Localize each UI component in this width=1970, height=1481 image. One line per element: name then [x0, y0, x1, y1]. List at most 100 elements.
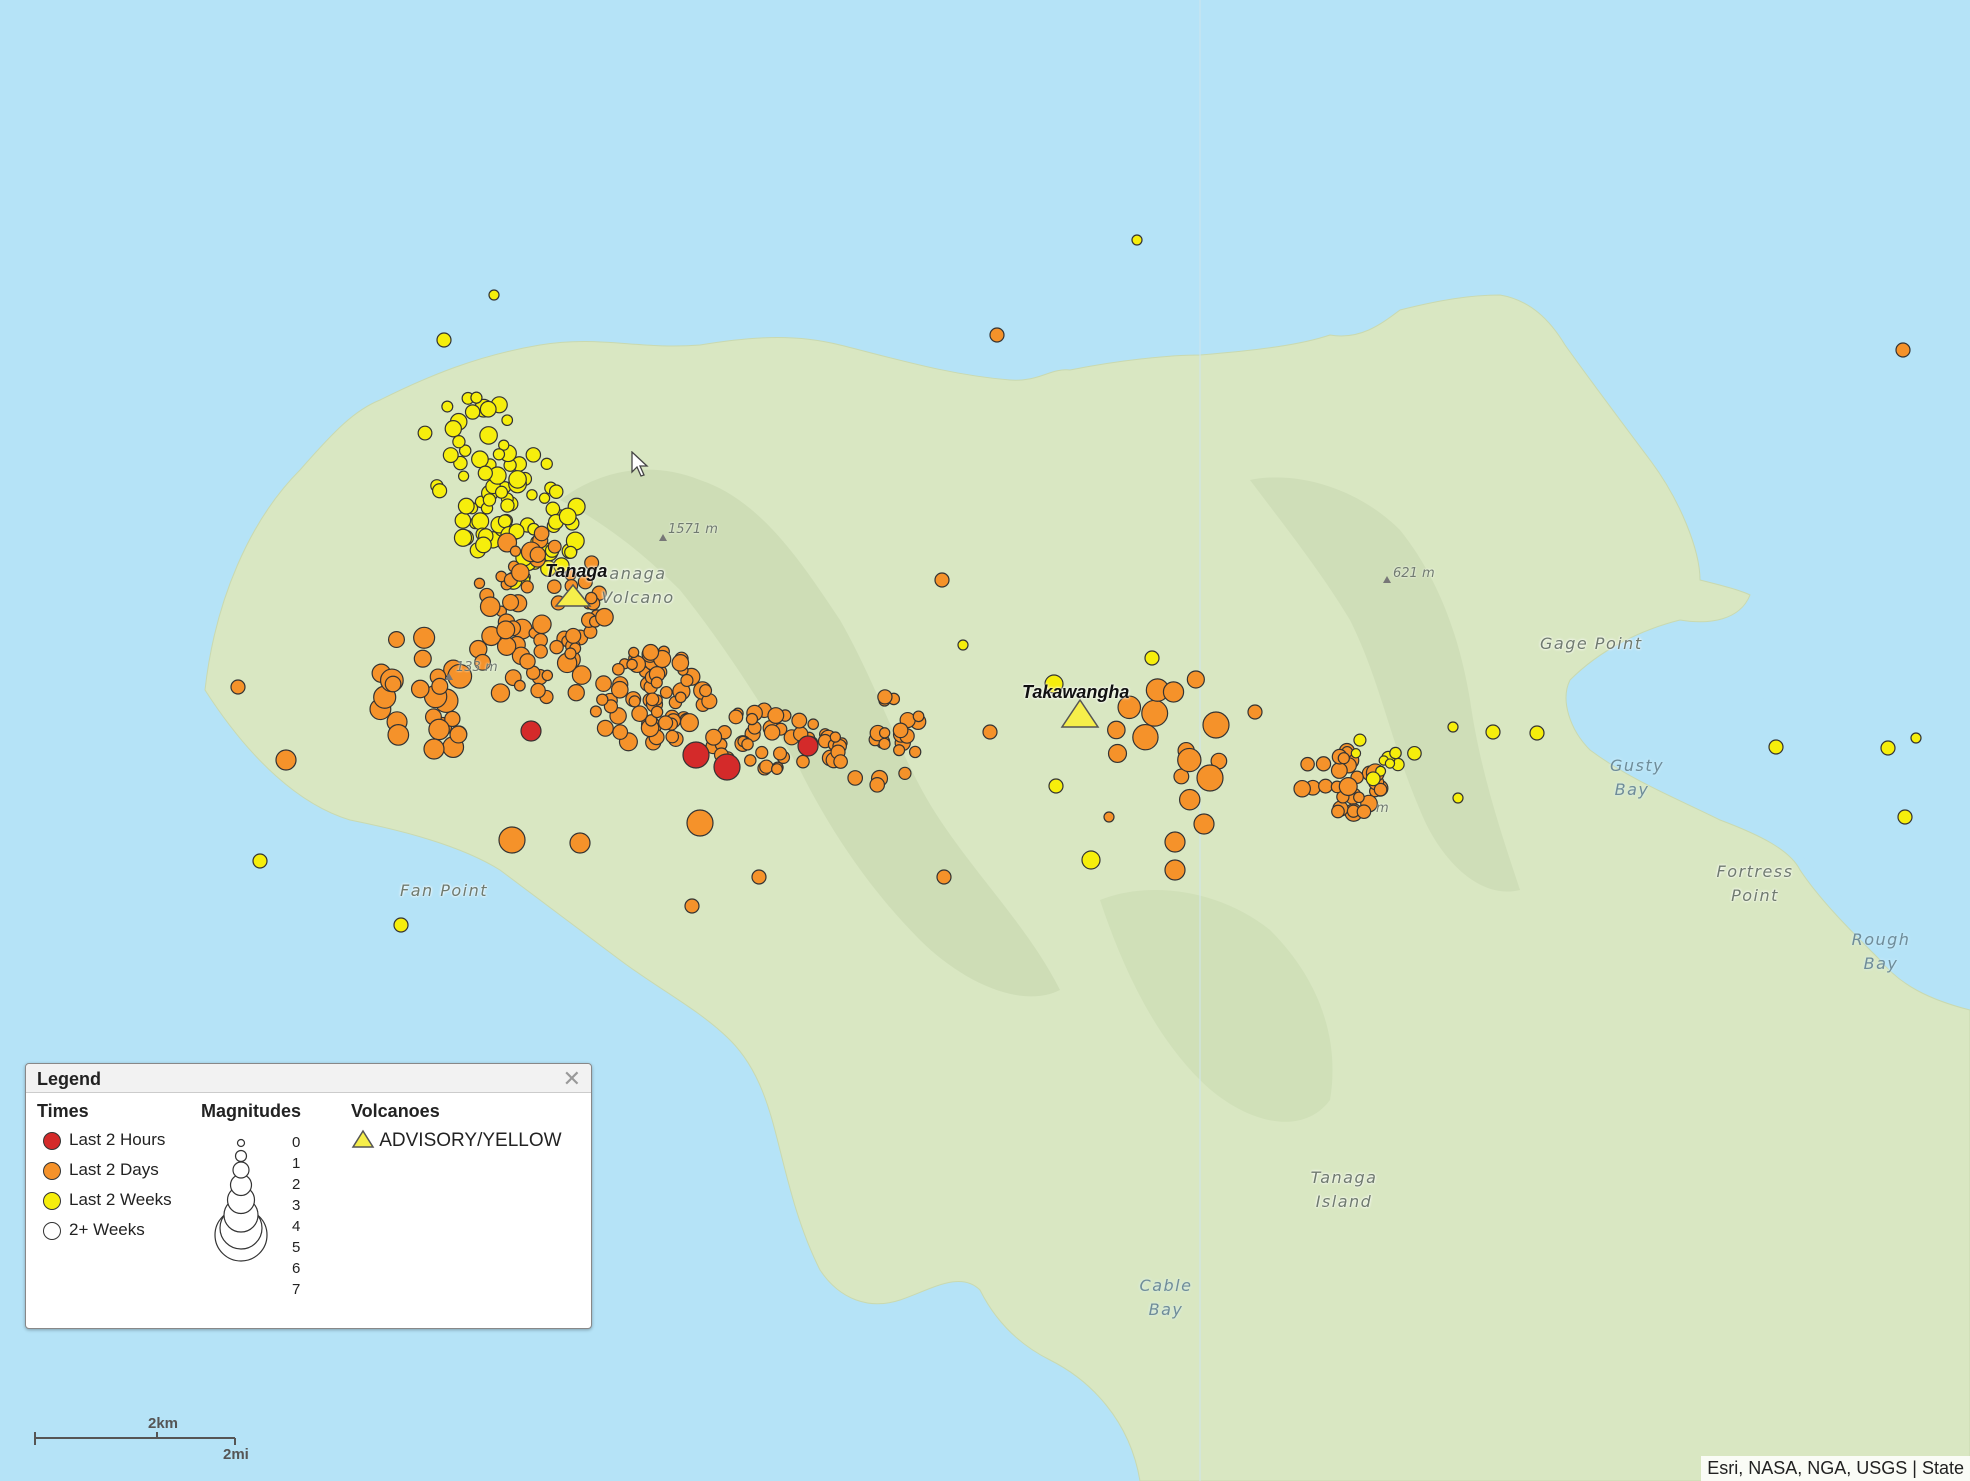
earthquake-last-2-days[interactable]	[898, 766, 912, 780]
earthquake-last-2-weeks[interactable]	[545, 501, 561, 517]
earthquake-last-2-days[interactable]	[628, 646, 640, 659]
earthquake-last-2-days[interactable]	[1107, 720, 1126, 740]
earthquake-last-2-days[interactable]	[1193, 813, 1215, 835]
earthquake-last-2-days[interactable]	[502, 593, 520, 611]
earthquake-last-2-weeks[interactable]	[453, 528, 473, 547]
earthquake-last-2-weeks[interactable]	[1353, 733, 1367, 747]
earthquake-last-2-days[interactable]	[763, 724, 781, 741]
earthquake-last-2-weeks[interactable]	[957, 639, 969, 651]
earthquake-last-2-days[interactable]	[384, 675, 402, 693]
earthquake-last-2-days[interactable]	[745, 712, 759, 726]
earthquake-last-2-weeks[interactable]	[436, 332, 452, 348]
earthquake-last-2-days[interactable]	[912, 710, 925, 723]
earthquake-last-2-days[interactable]	[878, 737, 891, 750]
earthquake-last-2-days[interactable]	[547, 539, 562, 554]
earthquake-last-2-days[interactable]	[1162, 681, 1185, 703]
earthquake-last-2-days[interactable]	[387, 723, 410, 746]
earthquake-last-2-weeks[interactable]	[538, 492, 551, 504]
earthquake-last-2-days[interactable]	[1196, 764, 1224, 792]
earthquake-last-2-weeks[interactable]	[1384, 758, 1396, 769]
earthquake-last-2-days[interactable]	[1107, 743, 1128, 764]
earthquake-last-2-weeks[interactable]	[508, 470, 527, 489]
earthquake-last-2-weeks[interactable]	[500, 498, 515, 513]
earthquake-last-2-weeks[interactable]	[454, 512, 472, 529]
earthquake-last-2-days[interactable]	[1356, 804, 1372, 820]
earthquake-last-2-days[interactable]	[807, 718, 820, 730]
earthquake-last-2-days[interactable]	[498, 826, 526, 854]
earthquake-last-2-days[interactable]	[1318, 778, 1334, 794]
earthquake-last-2-days[interactable]	[1178, 788, 1201, 811]
earthquake-last-2-hours[interactable]	[682, 741, 710, 769]
earthquake-last-2-days[interactable]	[767, 707, 785, 725]
earthquake-last-2-weeks[interactable]	[1485, 724, 1501, 740]
earthquake-last-2-weeks[interactable]	[479, 426, 498, 445]
earthquake-last-2-days[interactable]	[671, 654, 690, 672]
earthquake-last-2-days[interactable]	[628, 695, 641, 708]
earthquake-last-2-weeks[interactable]	[540, 457, 553, 470]
earthquake-last-2-weeks[interactable]	[1131, 234, 1143, 246]
earthquake-last-2-days[interactable]	[679, 713, 699, 733]
earthquake-last-2-weeks[interactable]	[1897, 809, 1913, 825]
earthquake-last-2-days[interactable]	[659, 685, 673, 699]
earthquake-last-2-weeks[interactable]	[482, 493, 497, 507]
earthquake-last-2-weeks[interactable]	[1144, 650, 1160, 666]
earthquake-last-2-weeks[interactable]	[492, 448, 506, 461]
earthquake-last-2-days[interactable]	[665, 729, 680, 744]
earthquake-last-2-days[interactable]	[1315, 756, 1332, 772]
earthquake-last-2-days[interactable]	[541, 669, 554, 682]
earthquake-last-2-weeks[interactable]	[442, 447, 459, 464]
earthquake-last-2-days[interactable]	[1247, 704, 1263, 720]
earthquake-last-2-days[interactable]	[565, 627, 582, 645]
earthquake-last-2-weeks[interactable]	[526, 489, 538, 501]
earthquake-last-2-days[interactable]	[847, 770, 864, 786]
close-icon[interactable]: ✕	[563, 1066, 581, 1092]
earthquake-last-2-days[interactable]	[410, 679, 430, 699]
earthquake-last-2-weeks[interactable]	[470, 391, 483, 404]
earthquake-last-2-weeks[interactable]	[444, 420, 462, 438]
earthquake-last-2-weeks[interactable]	[1768, 739, 1784, 755]
earthquake-last-2-days[interactable]	[1331, 804, 1345, 819]
earthquake-last-2-weeks[interactable]	[488, 289, 500, 301]
earthquake-last-2-weeks[interactable]	[494, 485, 509, 499]
earthquake-last-2-hours[interactable]	[797, 735, 819, 757]
earthquake-last-2-days[interactable]	[645, 692, 660, 707]
earthquake-last-2-weeks[interactable]	[471, 450, 489, 469]
earthquake-last-2-days[interactable]	[680, 673, 694, 688]
earthquake-last-2-days[interactable]	[1164, 859, 1186, 881]
earthquake-last-2-days[interactable]	[650, 676, 663, 689]
earthquake-last-2-weeks[interactable]	[457, 470, 470, 482]
earthquake-last-2-days[interactable]	[759, 759, 774, 774]
earthquake-last-2-weeks[interactable]	[1389, 746, 1402, 760]
earthquake-last-2-days[interactable]	[1895, 342, 1911, 358]
earthquake-last-2-days[interactable]	[546, 579, 562, 595]
earthquake-last-2-days[interactable]	[773, 746, 788, 761]
earthquake-last-2-days[interactable]	[626, 658, 638, 671]
earthquake-last-2-days[interactable]	[869, 777, 886, 793]
earthquake-last-2-hours[interactable]	[520, 720, 542, 742]
earthquake-last-2-days[interactable]	[610, 680, 629, 699]
earthquake-last-2-days[interactable]	[771, 763, 783, 775]
earthquake-last-2-days[interactable]	[877, 689, 893, 705]
earthquake-last-2-days[interactable]	[275, 749, 297, 771]
earthquake-last-2-days[interactable]	[612, 724, 629, 740]
earthquake-last-2-days[interactable]	[589, 705, 602, 718]
earthquake-last-2-weeks[interactable]	[1447, 721, 1459, 733]
earthquake-last-2-days[interactable]	[699, 684, 713, 698]
earthquake-last-2-days[interactable]	[423, 738, 445, 760]
earthquake-last-2-days[interactable]	[479, 596, 501, 618]
earthquake-last-2-weeks[interactable]	[457, 497, 475, 515]
earthquake-last-2-days[interactable]	[413, 626, 436, 649]
earthquake-last-2-weeks[interactable]	[252, 853, 268, 869]
earthquake-last-2-days[interactable]	[611, 662, 625, 676]
earthquake-last-2-days[interactable]	[449, 725, 468, 744]
earthquake-last-2-days[interactable]	[658, 715, 674, 731]
earthquake-last-2-days[interactable]	[908, 745, 922, 759]
earthquake-last-2-weeks[interactable]	[477, 465, 493, 481]
earthquake-last-2-weeks[interactable]	[1350, 748, 1362, 759]
earthquake-last-2-days[interactable]	[532, 614, 552, 635]
earthquake-last-2-days[interactable]	[1300, 756, 1315, 772]
earthquake-last-2-weeks[interactable]	[464, 404, 481, 420]
earthquake-last-2-days[interactable]	[473, 577, 486, 590]
earthquake-last-2-days[interactable]	[650, 705, 664, 719]
earthquake-last-2-days[interactable]	[1164, 831, 1186, 853]
